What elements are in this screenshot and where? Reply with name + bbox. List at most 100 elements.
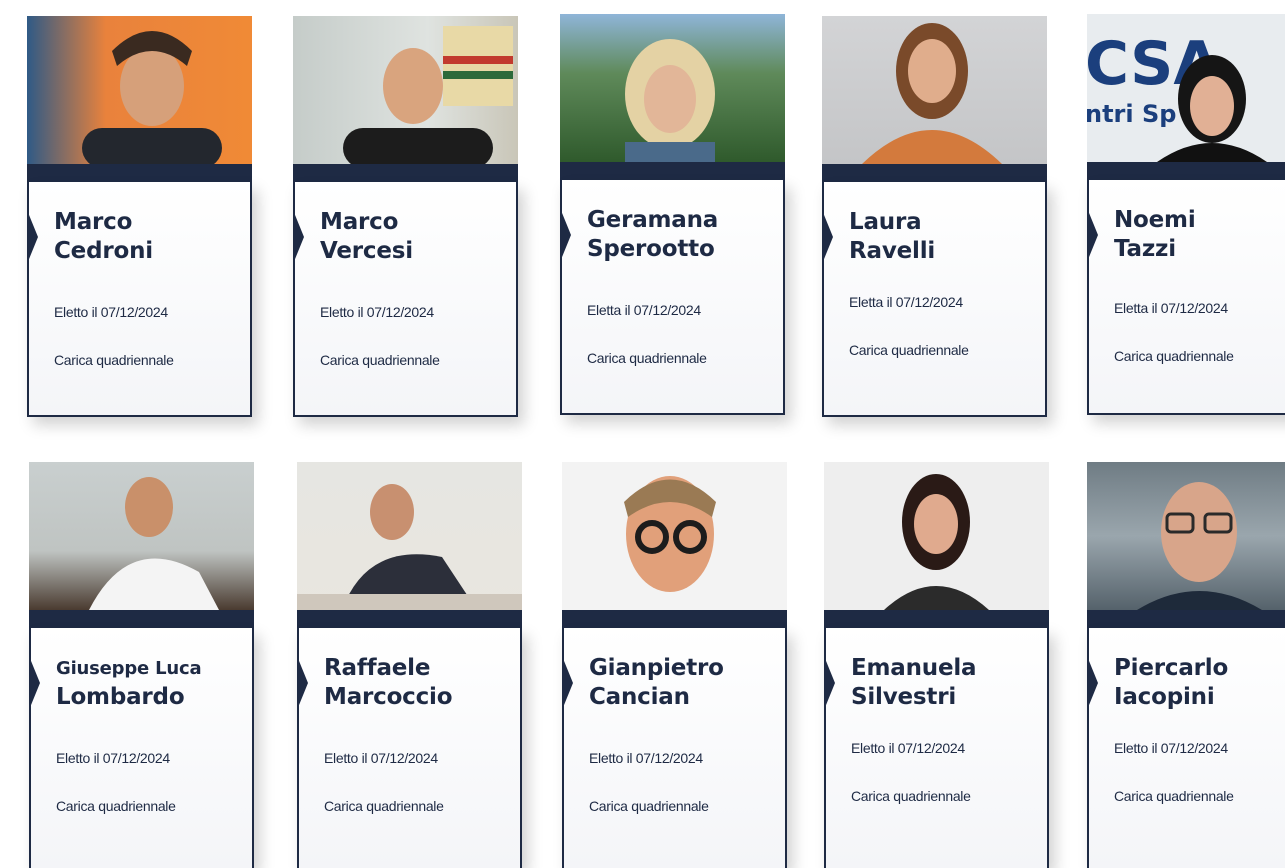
card-band bbox=[27, 164, 252, 182]
term-length: Carica quadriennale bbox=[589, 798, 709, 814]
chevron-right-icon bbox=[1087, 208, 1098, 262]
member-name: Geramana Sperootto bbox=[587, 206, 773, 264]
member-last-name: Lombardo bbox=[56, 684, 185, 710]
member-last-name: Silvestri bbox=[851, 684, 957, 710]
member-card[interactable]: Marco Vercesi Eletto il 07/12/2024 Caric… bbox=[293, 16, 518, 417]
member-name: Gianpietro Cancian bbox=[589, 654, 775, 712]
member-photo bbox=[562, 462, 787, 610]
member-photo: CSA ntri Sp bbox=[1087, 14, 1285, 162]
election-date: Eletto il 07/12/2024 bbox=[1114, 740, 1228, 756]
chevron-right-icon bbox=[822, 210, 833, 264]
member-name: Marco Cedroni bbox=[54, 208, 240, 266]
chevron-right-icon bbox=[27, 210, 38, 264]
member-card[interactable]: Geramana Sperootto Eletta il 07/12/2024 … bbox=[560, 14, 785, 415]
term-length: Carica quadriennale bbox=[320, 352, 440, 368]
member-card[interactable]: Laura Ravelli Eletta il 07/12/2024 Caric… bbox=[822, 16, 1047, 417]
member-name: Raffaele Marcoccio bbox=[324, 654, 510, 712]
card-body: Noemi Tazzi Eletta il 07/12/2024 Carica … bbox=[1087, 180, 1285, 415]
member-photo bbox=[297, 462, 522, 610]
card-band bbox=[297, 610, 522, 628]
card-band bbox=[822, 164, 1047, 182]
member-photo bbox=[1087, 462, 1285, 610]
member-card[interactable]: Giuseppe Luca Lombardo Eletto il 07/12/2… bbox=[29, 462, 254, 868]
term-length: Carica quadriennale bbox=[1114, 788, 1234, 804]
election-date: Eletta il 07/12/2024 bbox=[1114, 300, 1228, 316]
member-name: Noemi Tazzi bbox=[1114, 206, 1285, 264]
card-body: Marco Cedroni Eletto il 07/12/2024 Caric… bbox=[27, 182, 252, 417]
card-body: Giuseppe Luca Lombardo Eletto il 07/12/2… bbox=[29, 628, 254, 868]
member-name: Laura Ravelli bbox=[849, 208, 1035, 266]
election-date: Eletta il 07/12/2024 bbox=[849, 294, 963, 310]
member-last-name: Marcoccio bbox=[324, 684, 453, 710]
member-card[interactable]: Piercarlo Iacopini Eletto il 07/12/2024 … bbox=[1087, 462, 1285, 868]
member-photo bbox=[560, 14, 785, 162]
card-band bbox=[1087, 610, 1285, 628]
member-first-name: Piercarlo bbox=[1114, 655, 1229, 681]
term-length: Carica quadriennale bbox=[587, 350, 707, 366]
card-band bbox=[293, 164, 518, 182]
card-band bbox=[560, 162, 785, 180]
chevron-right-icon bbox=[560, 208, 571, 262]
member-card[interactable]: Marco Cedroni Eletto il 07/12/2024 Caric… bbox=[27, 16, 252, 417]
member-last-name: Cedroni bbox=[54, 238, 153, 264]
member-first-name: Laura bbox=[849, 209, 922, 235]
member-name: Emanuela Silvestri bbox=[851, 654, 1037, 712]
term-length: Carica quadriennale bbox=[851, 788, 971, 804]
member-photo bbox=[822, 16, 1047, 164]
election-date: Eletto il 07/12/2024 bbox=[324, 750, 438, 766]
card-band bbox=[1087, 162, 1285, 180]
chevron-right-icon bbox=[293, 210, 304, 264]
election-date: Eletto il 07/12/2024 bbox=[54, 304, 168, 320]
card-body: Raffaele Marcoccio Eletto il 07/12/2024 … bbox=[297, 628, 522, 868]
card-body: Marco Vercesi Eletto il 07/12/2024 Caric… bbox=[293, 182, 518, 417]
member-last-name: Iacopini bbox=[1114, 684, 1215, 710]
member-card[interactable]: Emanuela Silvestri Eletto il 07/12/2024 … bbox=[824, 462, 1049, 868]
member-first-name: Emanuela bbox=[851, 655, 977, 681]
member-last-name: Tazzi bbox=[1114, 236, 1176, 262]
card-body: Emanuela Silvestri Eletto il 07/12/2024 … bbox=[824, 628, 1049, 868]
member-card[interactable]: Gianpietro Cancian Eletto il 07/12/2024 … bbox=[562, 462, 787, 868]
member-first-name: Giuseppe Luca bbox=[56, 658, 202, 679]
election-date: Eletta il 07/12/2024 bbox=[587, 302, 701, 318]
member-name: Giuseppe Luca Lombardo bbox=[56, 654, 242, 712]
card-body: Geramana Sperootto Eletta il 07/12/2024 … bbox=[560, 180, 785, 415]
term-length: Carica quadriennale bbox=[324, 798, 444, 814]
term-length: Carica quadriennale bbox=[849, 342, 969, 358]
card-body: Gianpietro Cancian Eletto il 07/12/2024 … bbox=[562, 628, 787, 868]
election-date: Eletto il 07/12/2024 bbox=[851, 740, 965, 756]
member-name: Marco Vercesi bbox=[320, 208, 506, 266]
election-date: Eletto il 07/12/2024 bbox=[320, 304, 434, 320]
card-band bbox=[824, 610, 1049, 628]
member-photo bbox=[293, 16, 518, 164]
chevron-right-icon bbox=[824, 656, 835, 710]
election-date: Eletto il 07/12/2024 bbox=[589, 750, 703, 766]
member-card[interactable]: Raffaele Marcoccio Eletto il 07/12/2024 … bbox=[297, 462, 522, 868]
term-length: Carica quadriennale bbox=[56, 798, 176, 814]
member-first-name: Raffaele bbox=[324, 655, 431, 681]
svg-text:ntri Sp: ntri Sp bbox=[1087, 100, 1176, 128]
member-photo bbox=[27, 16, 252, 164]
election-date: Eletto il 07/12/2024 bbox=[56, 750, 170, 766]
member-first-name: Marco bbox=[54, 209, 133, 235]
chevron-right-icon bbox=[1087, 656, 1098, 710]
member-last-name: Cancian bbox=[589, 684, 690, 710]
member-card[interactable]: CSA ntri Sp Noemi Tazzi Eletta il 07/12/2… bbox=[1087, 14, 1285, 415]
chevron-right-icon bbox=[297, 656, 308, 710]
card-band bbox=[29, 610, 254, 628]
member-first-name: Gianpietro bbox=[589, 655, 724, 681]
member-name: Piercarlo Iacopini bbox=[1114, 654, 1285, 712]
card-body: Laura Ravelli Eletta il 07/12/2024 Caric… bbox=[822, 182, 1047, 417]
card-body: Piercarlo Iacopini Eletto il 07/12/2024 … bbox=[1087, 628, 1285, 868]
member-last-name: Sperootto bbox=[587, 236, 715, 262]
card-band bbox=[562, 610, 787, 628]
chevron-right-icon bbox=[562, 656, 573, 710]
member-first-name: Noemi bbox=[1114, 207, 1196, 233]
member-first-name: Marco bbox=[320, 209, 399, 235]
member-last-name: Ravelli bbox=[849, 238, 936, 264]
member-photo bbox=[29, 462, 254, 610]
term-length: Carica quadriennale bbox=[1114, 348, 1234, 364]
chevron-right-icon bbox=[29, 656, 40, 710]
member-last-name: Vercesi bbox=[320, 238, 413, 264]
member-photo bbox=[824, 462, 1049, 610]
term-length: Carica quadriennale bbox=[54, 352, 174, 368]
